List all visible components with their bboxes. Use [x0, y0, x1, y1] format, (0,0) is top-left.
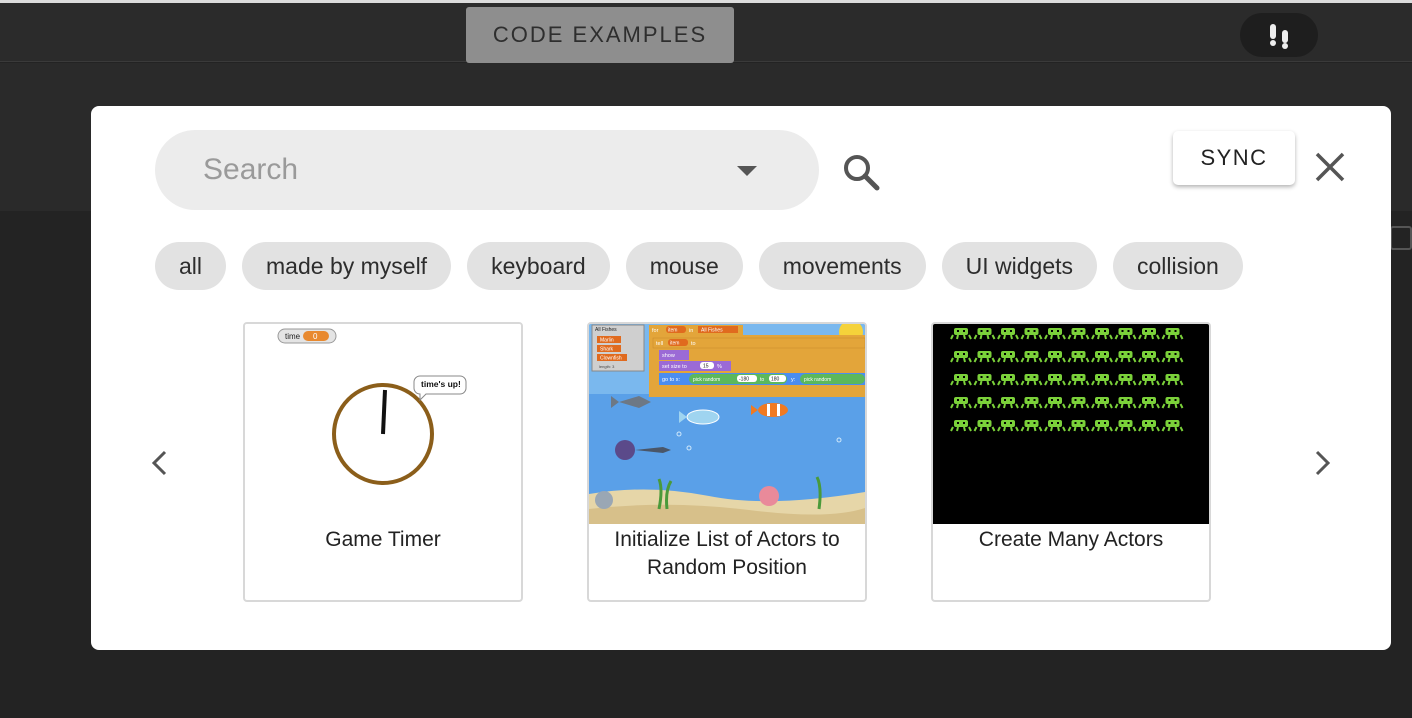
list-item: Marlin [600, 338, 614, 344]
search-input[interactable] [203, 148, 723, 192]
code-block-text: show [662, 353, 675, 359]
close-icon[interactable] [1313, 150, 1347, 184]
tag-collision[interactable]: collision [1113, 242, 1243, 290]
list-item: Clownfish [600, 356, 622, 362]
tag-all[interactable]: all [155, 242, 227, 290]
list-length: length: 3 [599, 364, 615, 369]
tag-keyboard[interactable]: keyboard [467, 242, 610, 290]
tag-filter-bar: all made by myself keyboard mouse moveme… [155, 242, 1243, 290]
code-block-text: item [670, 341, 679, 347]
sync-button[interactable]: SYNC [1173, 131, 1295, 185]
code-block-text: % [717, 364, 722, 370]
timer-variable-label: time [285, 332, 301, 341]
space-invaders-thumbnail [933, 324, 1209, 524]
code-block-text: pick random [693, 377, 720, 383]
code-block-text: -180 [739, 377, 749, 383]
code-examples-button[interactable]: CODE EXAMPLES [466, 7, 734, 63]
code-block-text: to [691, 341, 696, 347]
code-block-text: 180 [771, 377, 780, 383]
speech-bubble-text: time's up! [421, 379, 461, 389]
card-title: Initialize List of Actors to Random Posi… [614, 528, 840, 579]
top-bar: CODE EXAMPLES [0, 0, 1412, 63]
fish-list-thumbnail: All Fishes Marlin Shark Clownfish length… [589, 324, 865, 524]
search-icon[interactable] [841, 152, 881, 192]
grid-icon[interactable] [1390, 226, 1412, 250]
timer-variable-value: 0 [313, 332, 318, 341]
code-block-text: tell [656, 341, 663, 347]
chevron-right-icon[interactable] [1311, 446, 1335, 480]
code-block-text: in [689, 328, 693, 334]
code-block-text: item [668, 328, 677, 334]
example-card-game-timer[interactable]: time 0 time's up! Game Timer [243, 322, 523, 602]
code-block-text: go to x: [662, 377, 681, 383]
card-title: Create Many Actors [978, 528, 1164, 551]
chevron-down-icon[interactable] [737, 166, 757, 176]
tag-ui-widgets[interactable]: UI widgets [941, 242, 1097, 290]
code-block-text: pick random [804, 377, 831, 383]
game-timer-thumbnail: time 0 time's up! [245, 324, 521, 524]
list-watcher-title: All Fishes [595, 327, 617, 333]
code-block-text: for [652, 328, 659, 334]
code-block-text: to [760, 377, 764, 383]
tag-mouse[interactable]: mouse [625, 242, 743, 290]
code-block-text: set size to [662, 364, 687, 370]
card-title: Game Timer [325, 528, 441, 551]
tag-movements[interactable]: movements [758, 242, 926, 290]
steps-button[interactable] [1240, 13, 1318, 57]
code-examples-dialog: SYNC all made by myself keyboard mouse m… [91, 106, 1391, 650]
example-card-create-many-actors[interactable]: Create Many Actors [931, 322, 1211, 602]
code-block-text: All Fishes [701, 328, 723, 334]
search-box [155, 130, 819, 210]
code-block-text: 15 [703, 364, 709, 370]
tag-made-by-myself[interactable]: made by myself [242, 242, 452, 290]
chevron-left-icon[interactable] [147, 446, 171, 480]
list-item: Shark [600, 347, 614, 353]
code-block-text: y: [791, 377, 796, 383]
example-card-initialize-list[interactable]: All Fishes Marlin Shark Clownfish length… [587, 322, 867, 602]
footsteps-icon [1270, 24, 1288, 49]
